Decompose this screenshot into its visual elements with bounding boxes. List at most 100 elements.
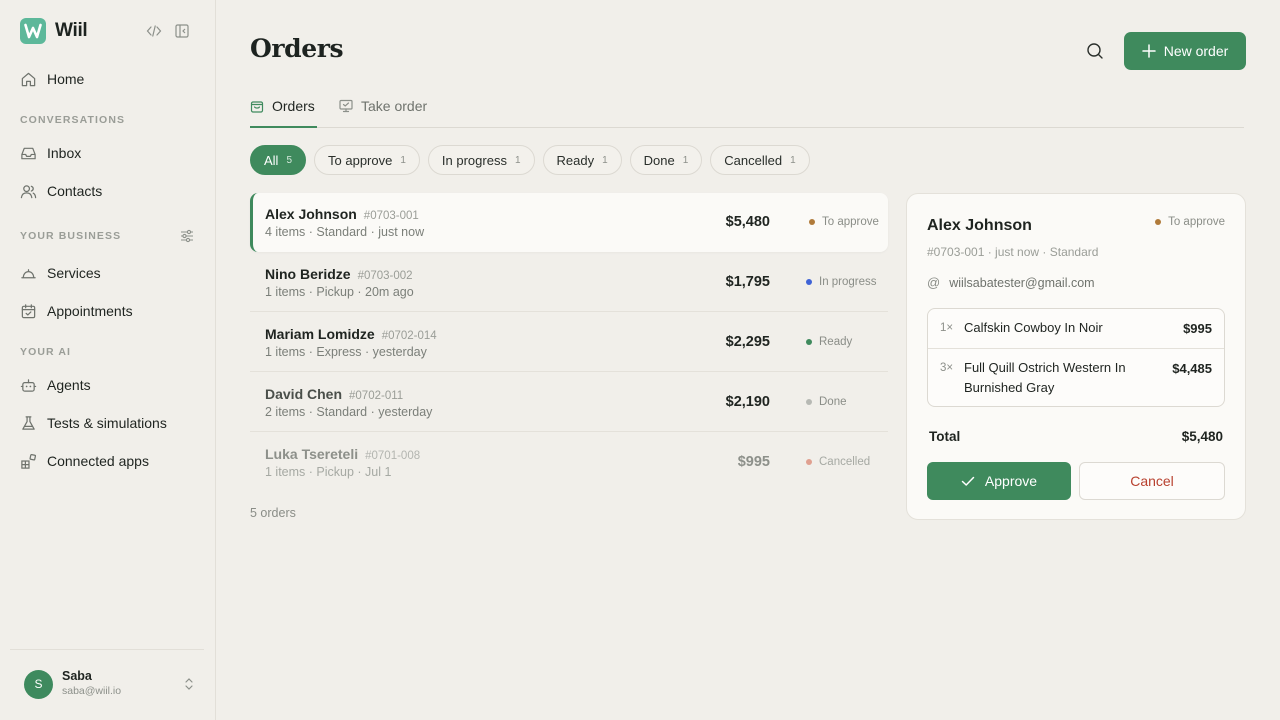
sidebar-item-appointments[interactable]: Appointments xyxy=(10,294,206,328)
order-meta: 1 items · Pickup · Jul 1 xyxy=(265,465,392,479)
chip-count: 1 xyxy=(514,154,521,166)
detail-email[interactable]: @ wiilsabatester@gmail.com xyxy=(927,275,1095,290)
chevron-up-down-icon xyxy=(185,678,193,690)
status-dot xyxy=(809,219,815,225)
sidebar-item-inbox[interactable]: Inbox xyxy=(10,136,206,170)
filter-done[interactable]: Done 1 xyxy=(629,145,703,175)
section-label-conversations: CONVERSATIONS xyxy=(20,114,126,126)
bag-icon xyxy=(250,101,264,113)
user-email: saba@wiil.io xyxy=(62,685,122,697)
divider xyxy=(928,348,1224,349)
filter-all[interactable]: All 5 xyxy=(250,145,307,175)
sidebar-item-label: Services xyxy=(47,265,101,281)
sidebar-item-services[interactable]: Services xyxy=(10,256,206,290)
brand[interactable]: Wiil xyxy=(20,18,88,44)
chip-count: 1 xyxy=(602,154,608,166)
approve-button[interactable]: Approve xyxy=(927,462,1071,500)
order-detail-panel: Alex Johnson To approve #0703-001 · just… xyxy=(906,193,1246,520)
approve-label: Approve xyxy=(984,473,1038,489)
filter-in-progress[interactable]: In progress 1 xyxy=(427,145,535,175)
at-icon: @ xyxy=(927,275,941,290)
chip-label: In progress xyxy=(441,152,507,168)
cancel-button[interactable]: Cancel xyxy=(1079,462,1225,500)
search-icon[interactable] xyxy=(1085,41,1105,61)
sidebar-item-label: Tests & simulations xyxy=(47,415,167,431)
sidebar-item-contacts[interactable]: Contacts xyxy=(10,174,206,208)
order-id: #0702-014 xyxy=(381,330,437,342)
customer-name: Nino Beridze xyxy=(265,266,351,282)
table-row[interactable]: Mariam Lomidze #0702-014 1 items · Expres… xyxy=(250,313,888,372)
order-id: #0702-011 xyxy=(349,390,404,402)
total-value: $5,480 xyxy=(1181,429,1223,444)
order-customer: Alex Johnson #0703-001 xyxy=(265,206,419,222)
status-dot xyxy=(1155,219,1162,225)
sidebar-item-tests[interactable]: Tests & simulations xyxy=(10,406,206,440)
item-name: Calfskin Cowboy In Noir xyxy=(964,320,1103,335)
order-customer: Mariam Lomidze #0702-014 xyxy=(265,326,437,342)
status-badge: To approve xyxy=(809,216,879,228)
status-label: To approve xyxy=(1168,216,1225,228)
table-row[interactable]: Nino Beridze #0703-002 1 items · Pickup ·… xyxy=(250,253,888,312)
customer-name: Alex Johnson xyxy=(265,206,357,222)
tab-take-order[interactable]: Take order xyxy=(339,98,427,128)
brand-name: Wiil xyxy=(55,20,88,41)
filter-to-approve[interactable]: To approve 1 xyxy=(314,145,420,175)
table-row[interactable]: David Chen #0702-011 2 items · Standard ·… xyxy=(250,373,888,432)
filter-chips: All 5 To approve 1 In progress 1 Ready 1… xyxy=(250,145,810,175)
order-price: $995 xyxy=(737,454,770,470)
apps-icon xyxy=(21,453,37,469)
new-order-button[interactable]: New order xyxy=(1124,32,1246,70)
order-meta: 2 items · Standard · yesterday xyxy=(265,405,433,419)
sidebar-item-agents[interactable]: Agents xyxy=(10,368,206,402)
status-label: To approve xyxy=(822,216,879,228)
table-row[interactable]: Alex Johnson #0703-001 4 items · Standard… xyxy=(250,193,888,252)
item-name: Full Quill Ostrich Western In Burnished … xyxy=(964,360,1126,395)
tab-orders[interactable]: Orders xyxy=(250,98,317,128)
page-title: Orders xyxy=(250,34,344,63)
sidebar-item-connected-apps[interactable]: Connected apps xyxy=(10,444,206,478)
item-price: $995 xyxy=(1183,321,1212,336)
contacts-icon xyxy=(20,184,37,198)
home-icon xyxy=(21,72,36,86)
sidebar-item-label: Appointments xyxy=(47,303,133,319)
sidebar-item-label: Contacts xyxy=(47,183,103,199)
item-qty: 3× xyxy=(940,362,954,374)
sidebar-item-home[interactable]: Home xyxy=(10,62,206,96)
tab-label: Take order xyxy=(361,98,428,114)
order-items: 1× Calfskin Cowboy In Noir $995 3× Full … xyxy=(927,308,1225,407)
user-menu[interactable]: S Saba saba@wiil.io xyxy=(24,669,196,699)
order-id: #0701-008 xyxy=(365,450,421,462)
code-icon[interactable] xyxy=(146,23,162,39)
sidebar-item-label: Inbox xyxy=(47,145,82,161)
sliders-icon[interactable] xyxy=(179,228,195,244)
collapse-sidebar-icon[interactable] xyxy=(174,23,190,39)
tab-label: Orders xyxy=(272,98,315,114)
table-row[interactable]: Luka Tsereteli #0701-008 1 items · Pickup… xyxy=(250,433,888,492)
sidebar-item-label: Home xyxy=(47,71,85,87)
wiil-logo-icon xyxy=(20,18,46,44)
order-price: $2,295 xyxy=(725,334,770,350)
chip-label: All xyxy=(264,152,279,168)
status-label: Done xyxy=(819,396,847,408)
monitor-icon xyxy=(339,99,353,113)
order-id: #0703-002 xyxy=(357,270,413,282)
orders-count: 5 orders xyxy=(250,506,296,520)
sidebar: Wiil Home CONVERSATIONS Inbox Contacts Y… xyxy=(0,0,216,720)
status-label: In progress xyxy=(819,276,877,288)
inbox-icon xyxy=(21,147,36,159)
status-badge: To approve xyxy=(1155,216,1225,228)
order-meta: 4 items · Standard · just now xyxy=(265,225,425,239)
chip-label: To approve xyxy=(328,152,393,168)
plus-icon xyxy=(1141,44,1156,58)
customer-name: Mariam Lomidze xyxy=(265,326,375,342)
status-dot xyxy=(806,399,812,405)
calendar-icon xyxy=(21,303,36,318)
filter-ready[interactable]: Ready 1 xyxy=(542,145,622,175)
status-dot xyxy=(806,279,812,285)
status-badge: Ready xyxy=(806,336,852,348)
status-label: Cancelled xyxy=(819,456,871,468)
email-text: wiilsabatester@gmail.com xyxy=(949,275,1095,290)
order-customer: David Chen #0702-011 xyxy=(265,386,403,402)
section-label-business: YOUR BUSINESS xyxy=(20,230,122,242)
filter-cancelled[interactable]: Cancelled 1 xyxy=(710,145,810,175)
